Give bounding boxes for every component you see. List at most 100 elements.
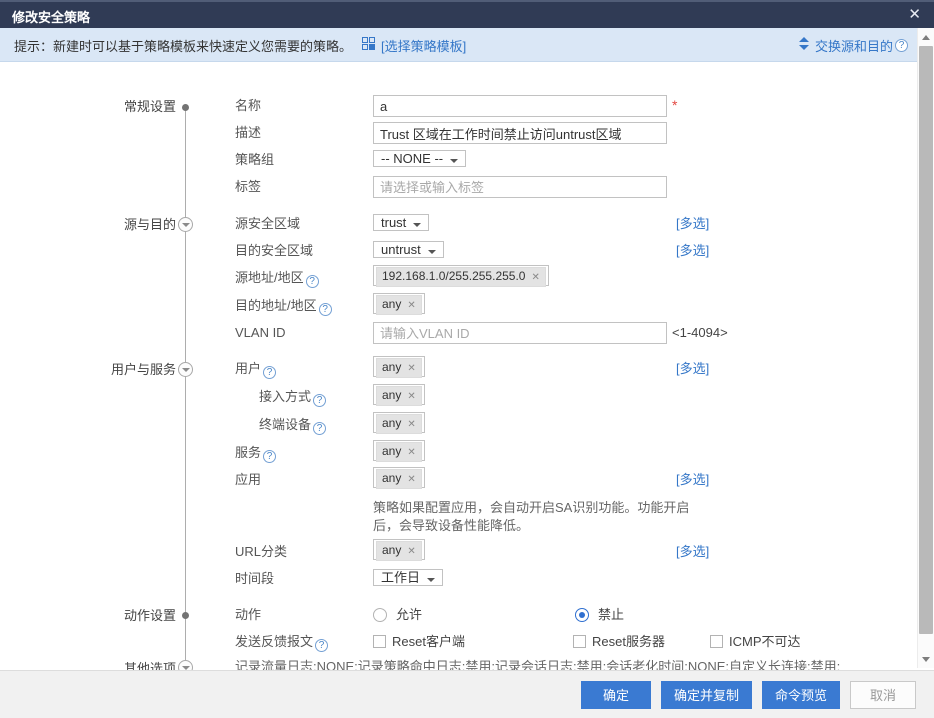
row-name: 名称 * (0, 95, 934, 117)
cancel-button[interactable]: 取消 (850, 681, 916, 709)
triangle-up-icon (922, 35, 930, 40)
swap-source-dest-action[interactable]: 交换源和目的 ? (798, 28, 908, 62)
terminal-chipbox[interactable]: any✕ (373, 412, 425, 433)
dst-zone-multi-select-link[interactable]: [多选] (676, 240, 709, 262)
time-range-select[interactable]: 工作日 (373, 569, 443, 586)
feedback-label: 发送反馈报文? (235, 631, 328, 653)
row-feedback: 发送反馈报文? Reset客户端 Reset服务器 ICMP不可达 (0, 631, 934, 653)
radio-deny[interactable]: 禁止 (575, 604, 624, 626)
command-preview-button[interactable]: 命令预览 (762, 681, 840, 709)
vlan-label: VLAN ID (235, 322, 286, 344)
url-category-chipbox[interactable]: any✕ (373, 539, 425, 560)
row-time-range: 时间段 工作日 (0, 568, 934, 590)
vlan-input[interactable] (373, 322, 667, 344)
service-label: 服务? (235, 442, 276, 464)
scrollbar-thumb[interactable] (919, 46, 933, 634)
user-help-icon[interactable]: ? (263, 366, 276, 379)
checkbox-icon[interactable] (573, 635, 586, 648)
dst-zone-label: 目的安全区域 (235, 240, 313, 262)
chip-remove-icon[interactable]: ✕ (407, 391, 415, 402)
scroll-up-button[interactable] (918, 29, 934, 45)
triangle-down-icon (922, 657, 930, 662)
form-content: 常规设置 源与目的 用户与服务 动作设置 其他选项 名称 * 描述 策略组 --… (0, 62, 934, 670)
application-chip: any✕ (376, 469, 422, 488)
access-mode-chipbox[interactable]: any✕ (373, 384, 425, 405)
action-label: 动作 (235, 604, 261, 626)
swap-help-icon[interactable]: ? (895, 39, 908, 52)
application-label: 应用 (235, 469, 261, 491)
ok-button[interactable]: 确定 (581, 681, 651, 709)
policy-group-label: 策略组 (235, 149, 274, 171)
scroll-down-button[interactable] (918, 651, 934, 667)
checkbox-icon[interactable] (710, 635, 723, 648)
dst-addr-chipbox[interactable]: any✕ (373, 293, 425, 314)
row-user: 用户? any✕ [多选] (0, 358, 934, 380)
address-chip: any✕ (376, 295, 422, 314)
application-multi-select-link[interactable]: [多选] (676, 469, 709, 491)
radio-allow[interactable]: 允许 (373, 604, 422, 626)
radio-deny-icon-checked[interactable] (575, 608, 589, 622)
name-label: 名称 (235, 95, 261, 117)
chip-remove-icon[interactable]: ✕ (407, 419, 415, 430)
name-input[interactable] (373, 95, 667, 117)
access-mode-label: 接入方式? (259, 386, 326, 408)
terminal-help-icon[interactable]: ? (313, 422, 326, 435)
row-description: 描述 (0, 122, 934, 144)
checkbox-icmp-unreachable[interactable]: ICMP不可达 (710, 631, 801, 653)
url-category-chip: any✕ (376, 541, 422, 560)
dst-addr-help-icon[interactable]: ? (319, 303, 332, 316)
chip-remove-icon[interactable]: ✕ (407, 546, 415, 557)
chip-remove-icon[interactable]: ✕ (407, 300, 415, 311)
chip-remove-icon[interactable]: ✕ (407, 474, 415, 485)
application-chipbox[interactable]: any✕ (373, 467, 425, 488)
terminal-label: 终端设备? (259, 414, 326, 436)
row-terminal: 终端设备? any✕ (0, 414, 934, 436)
src-zone-multi-select-link[interactable]: [多选] (676, 213, 709, 235)
user-chip: any✕ (376, 358, 422, 377)
row-service: 服务? any✕ (0, 442, 934, 464)
modify-security-policy-dialog: 修改安全策略 ✕ 提示：新建时可以基于策略模板来快速定义您需要的策略。 [选择策… (0, 0, 934, 718)
user-multi-select-link[interactable]: [多选] (676, 358, 709, 380)
dst-addr-label: 目的地址/地区? (235, 295, 332, 317)
checkbox-reset-client[interactable]: Reset客户端 (373, 631, 465, 653)
template-grid-icon (362, 37, 375, 53)
row-src-addr: 源地址/地区? 192.168.1.0/255.255.255.0✕ (0, 267, 934, 289)
checkbox-reset-server[interactable]: Reset服务器 (573, 631, 665, 653)
src-addr-chipbox[interactable]: 192.168.1.0/255.255.255.0✕ (373, 265, 549, 286)
checkbox-icon[interactable] (373, 635, 386, 648)
close-icon[interactable]: ✕ (908, 6, 921, 24)
description-input[interactable] (373, 122, 667, 144)
access-mode-help-icon[interactable]: ? (313, 394, 326, 407)
row-src-zone: 源安全区域 trust [多选] (0, 213, 934, 235)
row-access-mode: 接入方式? any✕ (0, 386, 934, 408)
row-dst-zone: 目的安全区域 untrust [多选] (0, 240, 934, 262)
src-addr-help-icon[interactable]: ? (306, 275, 319, 288)
vertical-scrollbar[interactable] (917, 28, 934, 668)
service-help-icon[interactable]: ? (263, 450, 276, 463)
service-chipbox[interactable]: any✕ (373, 440, 425, 461)
chip-remove-icon[interactable]: ✕ (407, 363, 415, 374)
tags-input[interactable] (373, 176, 667, 198)
time-range-label: 时间段 (235, 568, 274, 590)
collapse-icon-other[interactable] (178, 660, 193, 670)
row-application: 应用 any✕ [多选] (0, 469, 934, 491)
feedback-help-icon[interactable]: ? (315, 639, 328, 652)
src-zone-label: 源安全区域 (235, 213, 300, 235)
user-chipbox[interactable]: any✕ (373, 356, 425, 377)
service-chip: any✕ (376, 442, 422, 461)
dst-zone-select[interactable]: untrust (373, 241, 444, 258)
policy-group-select[interactable]: -- NONE -- (373, 150, 466, 167)
chip-remove-icon[interactable]: ✕ (407, 447, 415, 458)
vlan-range-hint: <1-4094> (672, 322, 728, 344)
url-category-label: URL分类 (235, 541, 287, 563)
row-policy-group: 策略组 -- NONE -- (0, 149, 934, 171)
src-zone-select[interactable]: trust (373, 214, 429, 231)
tip-text: 提示：新建时可以基于策略模板来快速定义您需要的策略。 (14, 36, 352, 55)
select-policy-template-link[interactable]: [选择策略模板] (381, 36, 466, 55)
chip-remove-icon[interactable]: ✕ (531, 272, 539, 283)
ok-and-copy-button[interactable]: 确定并复制 (661, 681, 752, 709)
src-addr-label: 源地址/地区? (235, 267, 319, 289)
row-tags: 标签 (0, 176, 934, 198)
radio-allow-icon[interactable] (373, 608, 387, 622)
url-category-multi-select-link[interactable]: [多选] (676, 541, 709, 563)
